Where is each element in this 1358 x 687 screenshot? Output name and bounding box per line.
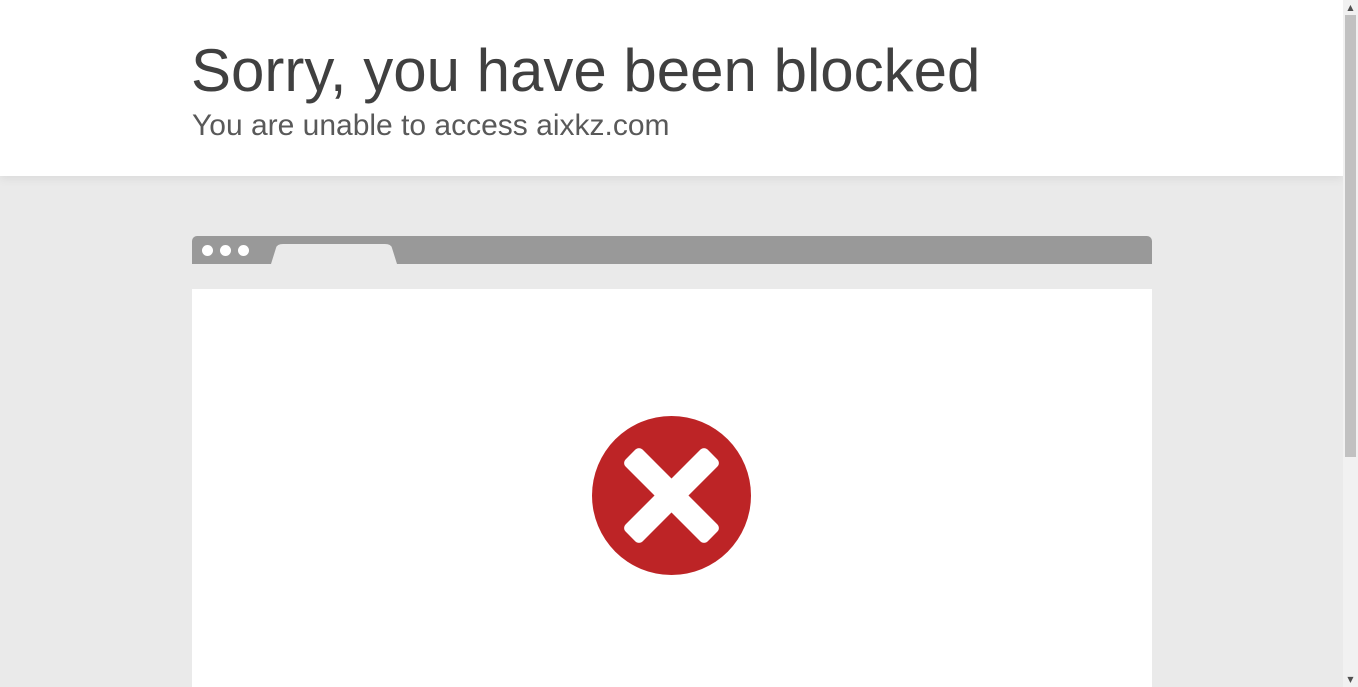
page-subtitle: You are unable to access aixkz.com	[192, 109, 670, 142]
page-title: Sorry, you have been blocked	[191, 37, 981, 104]
page: Sorry, you have been blocked You are una…	[0, 0, 1343, 687]
scroll-down-arrow-icon[interactable]: ▼	[1343, 672, 1358, 687]
window-dot-icon	[202, 245, 213, 256]
scrollbar-thumb[interactable]	[1345, 15, 1356, 457]
header: Sorry, you have been blocked You are una…	[0, 0, 1343, 176]
browser-illustration-body	[192, 289, 1152, 687]
vertical-scrollbar[interactable]: ▲ ▼	[1343, 0, 1358, 687]
scroll-up-arrow-icon[interactable]: ▲	[1343, 0, 1358, 15]
window-dot-icon	[220, 245, 231, 256]
window-dot-icon	[238, 245, 249, 256]
browser-illustration-bar	[192, 236, 1152, 264]
browser-tab-icon	[271, 244, 397, 264]
blocked-x-icon	[592, 416, 751, 575]
